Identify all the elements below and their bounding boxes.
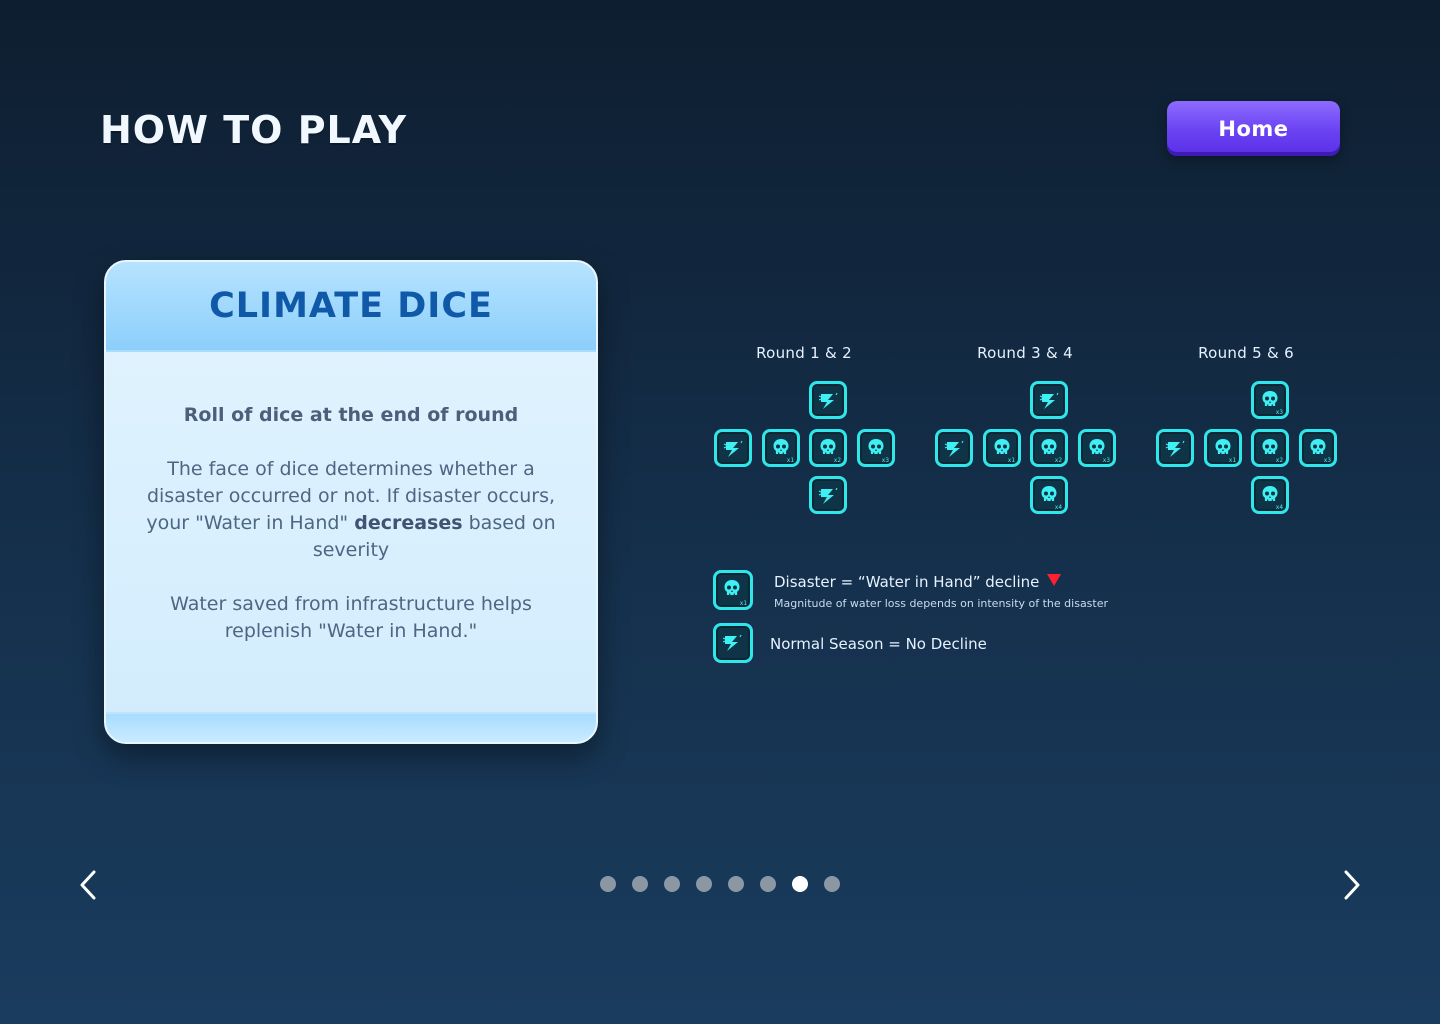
die-face-round1-bottom xyxy=(809,476,847,514)
lightning-icon xyxy=(944,440,964,457)
climate-dice-card: CLIMATE DICE Roll of dice at the end of … xyxy=(104,260,598,744)
multiplier-label: x4 xyxy=(1275,504,1283,511)
pagination-dot-4[interactable] xyxy=(696,876,712,892)
multiplier-label: x1 xyxy=(739,600,747,607)
home-button[interactable]: Home xyxy=(1167,101,1340,156)
decline-arrow-icon xyxy=(1047,574,1062,586)
round-label-3: Round 5 & 6 xyxy=(1198,344,1294,362)
die-face-round3-left xyxy=(1156,429,1194,467)
legend-disaster-note: Magnitude of water loss depends on inten… xyxy=(774,597,1109,610)
multiplier-label: x3 xyxy=(1323,457,1331,464)
card-replenish-text: Water saved from infrastructure helps re… xyxy=(170,593,532,642)
card-footer xyxy=(106,712,596,742)
card-title: CLIMATE DICE xyxy=(209,286,493,326)
lightning-icon xyxy=(723,440,743,457)
prev-arrow[interactable] xyxy=(74,868,104,902)
die-face-round1-center-left: x1 xyxy=(762,429,800,467)
multiplier-label: x4 xyxy=(1054,504,1062,511)
page-title: HOW TO PLAY xyxy=(100,108,408,152)
card-subtitle: Roll of dice at the end of round xyxy=(183,404,519,426)
die-face-round2-center-left: x1 xyxy=(983,429,1021,467)
multiplier-label: x1 xyxy=(1007,457,1015,464)
die-face-round2-left xyxy=(935,429,973,467)
die-face-round2-top xyxy=(1030,381,1068,419)
multiplier-label: x3 xyxy=(1102,457,1110,464)
lightning-icon xyxy=(1165,440,1185,457)
multiplier-label: x3 xyxy=(881,457,889,464)
legend-normal-title: Normal Season = No Decline xyxy=(770,635,987,653)
lightning-icon xyxy=(1039,392,1059,409)
pagination-dot-6[interactable] xyxy=(760,876,776,892)
multiplier-label: x3 xyxy=(1275,409,1283,416)
multiplier-label: x2 xyxy=(1275,457,1283,464)
round-label-1: Round 1 & 2 xyxy=(756,344,852,362)
die-face-round1-center: x2 xyxy=(809,429,847,467)
die-face-round1-left xyxy=(714,429,752,467)
round-label-2: Round 3 & 4 xyxy=(977,344,1073,362)
pagination-dot-3[interactable] xyxy=(664,876,680,892)
die-face-round3-top: x3 xyxy=(1251,381,1289,419)
lightning-icon xyxy=(722,634,742,651)
die-face-round1-right: x3 xyxy=(857,429,895,467)
pagination-dots xyxy=(600,876,840,892)
skull-icon: x1 xyxy=(713,570,753,610)
skull-icon xyxy=(724,580,740,595)
pagination-dot-1[interactable] xyxy=(600,876,616,892)
legend-disaster-title: Disaster = “Water in Hand” decline xyxy=(774,573,1040,591)
die-face-round2-center: x2 xyxy=(1030,429,1068,467)
chevron-left-icon xyxy=(80,870,96,900)
multiplier-label: x1 xyxy=(786,457,794,464)
die-face-round2-right: x3 xyxy=(1078,429,1116,467)
card-header: CLIMATE DICE xyxy=(106,262,596,352)
multiplier-label: x2 xyxy=(1054,457,1062,464)
die-face-round3-center: x2 xyxy=(1251,429,1289,467)
lightning-icon xyxy=(818,392,838,409)
multiplier-label: x2 xyxy=(833,457,841,464)
card-body: Roll of dice at the end of round The fac… xyxy=(106,352,596,645)
next-arrow[interactable] xyxy=(1336,868,1366,902)
die-face-round3-right: x3 xyxy=(1299,429,1337,467)
card-description: The face of dice determines whether a di… xyxy=(142,456,560,564)
chevron-right-icon xyxy=(1344,870,1360,900)
lightning-icon xyxy=(818,487,838,504)
pagination-dot-7[interactable] xyxy=(792,876,808,892)
card-description-emphasis: decreases xyxy=(354,512,463,534)
pagination-dot-2[interactable] xyxy=(632,876,648,892)
legend-disaster: Disaster = “Water in Hand” decline xyxy=(774,573,1062,591)
die-face-round1-top xyxy=(809,381,847,419)
die-face-round2-bottom: x4 xyxy=(1030,476,1068,514)
lightning-icon xyxy=(713,623,753,663)
pagination-dot-5[interactable] xyxy=(728,876,744,892)
die-face-round3-center-left: x1 xyxy=(1204,429,1242,467)
pagination-dot-8[interactable] xyxy=(824,876,840,892)
multiplier-label: x1 xyxy=(1228,457,1236,464)
die-face-round3-bottom: x4 xyxy=(1251,476,1289,514)
